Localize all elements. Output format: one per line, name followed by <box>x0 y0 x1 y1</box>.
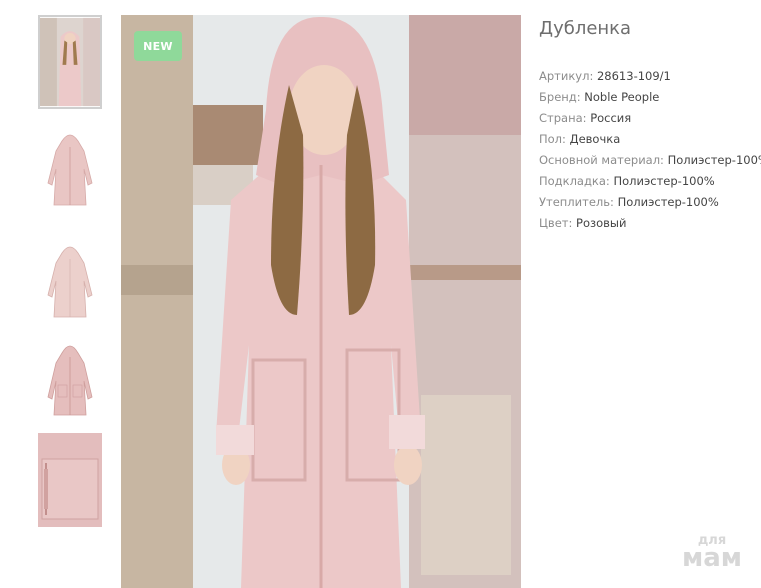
attribute-label: Утеплитель: <box>539 195 614 209</box>
product-attributes: Артикул: 28613-109/1 Бренд: Noble People… <box>539 66 761 234</box>
attribute-label: Бренд: <box>539 90 581 104</box>
new-badge: NEW <box>134 31 182 61</box>
attribute-value: Полиэстер-100% <box>617 195 719 209</box>
attribute-label: Артикул: <box>539 69 594 83</box>
attribute-label: Подкладка: <box>539 174 610 188</box>
attribute-label: Пол: <box>539 132 566 146</box>
thumbnail-2[interactable] <box>38 123 102 217</box>
coat-pocket-detail-image <box>38 433 102 527</box>
thumbnail-1[interactable] <box>38 15 102 109</box>
attribute-label: Страна: <box>539 111 587 125</box>
attribute-value: Девочка <box>569 132 621 146</box>
product-info: Дубленка Артикул: 28613-109/1 Бренд: Nob… <box>539 16 761 234</box>
watermark-line-2: мам <box>681 543 743 573</box>
coat-front-image <box>38 123 102 217</box>
attribute-color: Цвет: Розовый <box>539 213 759 234</box>
attribute-value: Noble People <box>584 90 660 104</box>
attribute-value: Полиэстер-100% <box>667 153 761 167</box>
attribute-main-material: Основной материал: Полиэстер-100% <box>539 150 761 171</box>
coat-back-image <box>38 233 102 327</box>
girl-in-pink-coat-photo <box>121 15 521 588</box>
product-title: Дубленка <box>539 18 632 39</box>
attribute-gender: Пол: Девочка <box>539 129 759 150</box>
attribute-insulation: Утеплитель: Полиэстер-100% <box>539 192 759 213</box>
attribute-article: Артикул: 28613-109/1 <box>539 66 759 87</box>
thumbnail-4[interactable] <box>38 335 102 429</box>
attribute-value: Розовый <box>576 216 627 230</box>
attribute-brand: Бренд: Noble People <box>539 87 759 108</box>
site-watermark: для мам <box>672 534 752 571</box>
attribute-value: 28613-109/1 <box>596 69 671 83</box>
attribute-lining: Подкладка: Полиэстер-100% <box>539 171 759 192</box>
attribute-country: Страна: Россия <box>539 108 759 129</box>
attribute-value: Полиэстер-100% <box>613 174 715 188</box>
attribute-value: Россия <box>590 111 632 125</box>
attribute-label: Цвет: <box>539 216 573 230</box>
attribute-label: Основной материал: <box>539 153 664 167</box>
main-product-image[interactable] <box>121 15 521 588</box>
girl-in-pink-coat-image <box>40 17 100 107</box>
thumbnail-5[interactable] <box>38 433 102 527</box>
thumbnail-3[interactable] <box>38 233 102 327</box>
coat-front-hood-image <box>38 335 102 429</box>
